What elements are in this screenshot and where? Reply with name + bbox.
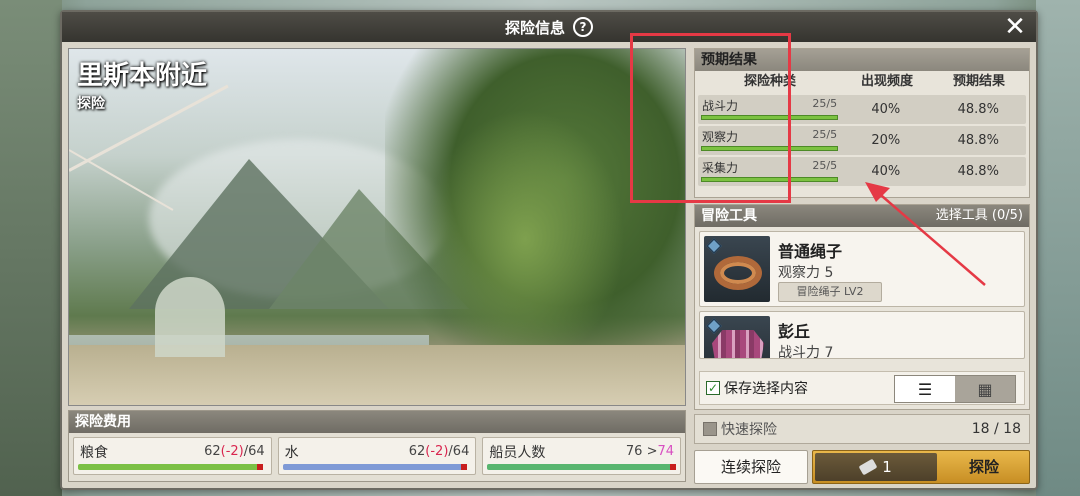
stat-value: 25/5 — [812, 159, 838, 172]
predict-row: 采集力 25/5 40% 48.8% — [698, 157, 1026, 186]
adventure-tools-panel: 冒险工具 选择工具 (0/5) 普通绳子 观察力 5 冒险绳子 LV2 彭丘 战… — [694, 204, 1030, 410]
frequency: 20% — [871, 133, 901, 148]
cost-label: 水 — [284, 445, 299, 461]
stat-bar — [701, 177, 839, 182]
expedition-cost-panel: 探险费用 粮食 62(-2)/64 水 62(-2)/64 船员人数 76 >74 — [68, 410, 686, 482]
cost-box: 水 62(-2)/64 — [277, 437, 477, 475]
cost-delta: (-2) — [220, 444, 244, 459]
stat-cell: 战斗力 25/5 — [698, 95, 841, 124]
rope-icon — [714, 256, 762, 290]
quick-explore-row: 快速探险 18 / 18 — [694, 414, 1030, 444]
cost-delta: (-2) — [425, 444, 449, 459]
cost-label: 粮食 — [80, 445, 108, 461]
location-type: 探险 — [77, 96, 105, 112]
tool-name: 彭丘 — [778, 322, 811, 341]
select-tools-button[interactable]: 选择工具 (0/5) — [936, 205, 1023, 227]
close-icon[interactable]: ✕ — [1002, 14, 1028, 40]
cost-header: 探险费用 — [69, 411, 685, 433]
cost-bar-end — [670, 464, 677, 470]
cost-bar — [282, 464, 468, 470]
predict-columns: 探险种类 出现频度 预期结果 — [695, 71, 1029, 93]
stat-bar — [701, 146, 839, 151]
jungle — [425, 109, 625, 369]
explore-cost-value: 1 — [882, 458, 892, 476]
frequency: 40% — [871, 102, 901, 117]
tool-stat: 战斗力 7 — [778, 345, 834, 359]
list-view-button[interactable]: ☰ — [895, 376, 955, 402]
rope-image — [704, 236, 770, 302]
location-illustration: 里斯本附近 探险 — [68, 48, 686, 406]
help-icon[interactable]: ? — [573, 17, 593, 37]
location-name: 里斯本附近 — [77, 61, 208, 91]
ticket-icon — [858, 458, 878, 476]
stat-label: 观察力 — [702, 130, 739, 144]
cost-max: 64 — [452, 444, 470, 459]
grid-view-button[interactable]: ▦ — [955, 376, 1015, 402]
cost-base: 76 > — [625, 444, 658, 459]
cost-max: 64 — [248, 444, 265, 459]
predict-header: 预期结果 — [695, 49, 1029, 71]
tool-card[interactable]: 普通绳子 观察力 5 冒险绳子 LV2 — [699, 231, 1025, 307]
tool-name: 普通绳子 — [778, 242, 843, 261]
quick-explore-count: 18 / 18 — [971, 421, 1021, 437]
expected-results-panel: 预期结果 探险种类 出现频度 预期结果 战斗力 25/5 40% 48.8% 观察力 25… — [694, 48, 1030, 198]
expedition-window: 探险信息 ? ✕ 里斯本附近 探险 探险费用 粮食 62(-2)/64 水 62(-2… — [60, 10, 1038, 490]
cost-items: 粮食 62(-2)/64 水 62(-2)/64 船员人数 76 >74 — [69, 433, 685, 479]
tool-stat: 观察力 5 — [778, 265, 834, 281]
tool-card[interactable]: 彭丘 战斗力 7 — [699, 311, 1025, 359]
stat-label: 采集力 — [702, 161, 739, 175]
cost-base: 62 — [408, 444, 426, 459]
expected-result: 48.8% — [957, 133, 999, 148]
poncho-icon — [712, 330, 764, 358]
save-selection-checkbox[interactable]: ✓ — [706, 381, 720, 395]
gem-icon — [706, 318, 722, 334]
stat-label: 战斗力 — [702, 99, 739, 113]
predict-rows: 战斗力 25/5 40% 48.8% 观察力 25/5 20% 48.8% 采集力 25/5 40%… — [695, 95, 1029, 186]
cost-bar — [78, 464, 263, 470]
rock-arch — [155, 277, 225, 357]
cost-value: 76 >74 — [626, 444, 674, 459]
cost-bar — [487, 464, 677, 470]
column-result: 预期结果 — [952, 74, 1005, 89]
continuous-explore-button[interactable]: 连续探险 — [694, 450, 808, 484]
background-right — [1036, 0, 1080, 496]
tools-header: 冒险工具 选择工具 (0/5) — [695, 205, 1029, 227]
cost-base: 62 — [204, 444, 221, 459]
cost-bar-end — [256, 464, 263, 470]
tools-title: 冒险工具 — [701, 208, 757, 224]
cost-value: 62(-2)/64 — [204, 444, 265, 459]
background-left — [0, 0, 62, 496]
save-selection-label: 保存选择内容 — [724, 381, 808, 397]
tool-tag: 冒险绳子 LV2 — [778, 282, 882, 302]
gem-icon — [706, 238, 722, 254]
stat-bar — [701, 115, 839, 120]
expected-result: 48.8% — [957, 164, 999, 179]
column-type: 探险种类 — [743, 74, 796, 89]
explore-cost: 1 — [815, 453, 937, 481]
cost-label: 船员人数 — [489, 445, 546, 461]
view-toggle: ☰ ▦ — [894, 375, 1016, 403]
frequency: 40% — [871, 164, 901, 179]
cost-box: 船员人数 76 >74 — [482, 437, 682, 475]
cost-value: 62(-2)/64 — [409, 444, 470, 459]
title-bar: 探险信息 ? ✕ — [62, 12, 1036, 42]
cost-box: 粮食 62(-2)/64 — [73, 437, 272, 475]
cost-max: 74 — [657, 444, 675, 459]
explore-button[interactable]: 1 探险 — [812, 450, 1030, 484]
cloak-image — [704, 316, 770, 358]
stat-cell: 采集力 25/5 — [698, 157, 841, 186]
predict-row: 观察力 25/5 20% 48.8% — [698, 126, 1026, 155]
window-title: 探险信息 — [504, 18, 565, 37]
column-frequency: 出现频度 — [860, 74, 913, 89]
explore-label: 探险 — [968, 458, 999, 476]
stat-value: 25/5 — [812, 128, 838, 141]
stat-cell: 观察力 25/5 — [698, 126, 841, 155]
predict-row: 战斗力 25/5 40% 48.8% — [698, 95, 1026, 124]
expected-result: 48.8% — [957, 102, 999, 117]
save-selection-row: ✓ 保存选择内容 ☰ ▦ — [699, 371, 1025, 405]
quick-explore-label: 快速探险 — [721, 422, 777, 438]
stat-value: 25/5 — [812, 97, 838, 110]
cost-bar-end — [461, 464, 468, 470]
quick-explore-checkbox[interactable] — [703, 422, 717, 436]
